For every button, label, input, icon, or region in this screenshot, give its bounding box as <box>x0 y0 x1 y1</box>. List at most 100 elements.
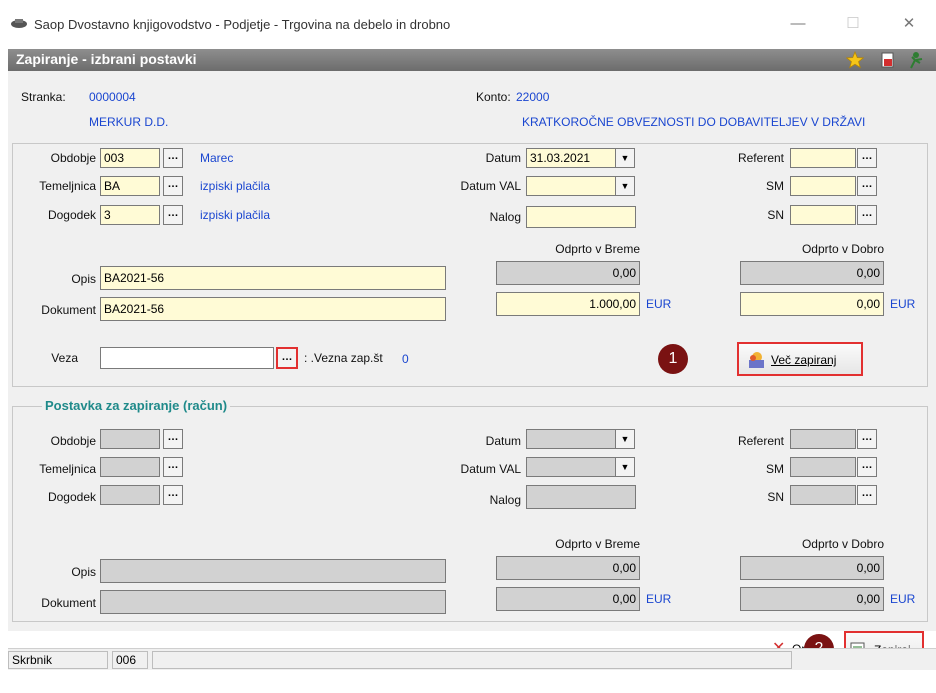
datum-val-input[interactable] <box>526 176 616 196</box>
referent-label: Referent <box>737 151 784 165</box>
datum-label: Datum <box>485 151 521 165</box>
odprto-breme-label: Odprto v Breme <box>555 242 640 256</box>
obdobje-input[interactable]: 003 <box>100 148 160 168</box>
s2-currency-dobro: EUR <box>890 592 916 606</box>
dialog-body: Stranka: 0000004 MERKUR D.D. Konto: 2200… <box>8 71 936 667</box>
minimize-button[interactable]: — <box>783 12 813 36</box>
s2-datum-val-dropdown-button[interactable]: ▼ <box>615 457 635 477</box>
s2-obdobje-lookup-button[interactable]: … <box>163 429 183 449</box>
s2-opis-input <box>100 559 446 583</box>
stranka-label: Stranka: <box>21 90 66 104</box>
s2-datum-label: Datum <box>485 434 521 448</box>
s2-referent-label: Referent <box>737 434 784 448</box>
odprto-dobro-label: Odprto v Dobro <box>801 242 884 256</box>
s2-dogodek-input <box>100 485 160 505</box>
export-document-icon[interactable] <box>880 52 896 68</box>
opis-label: Opis <box>71 272 96 286</box>
datum-dropdown-button[interactable]: ▼ <box>615 148 635 168</box>
znesek-breme-input[interactable]: 1.000,00 <box>496 292 640 316</box>
dialog-title: Zapiranje - izbrani postavki <box>16 51 197 67</box>
s2-datum-val-label: Datum VAL <box>460 462 521 476</box>
referent-lookup-button[interactable]: … <box>857 148 877 168</box>
s2-currency-breme: EUR <box>646 592 672 606</box>
odprto-dobro-value: 0,00 <box>740 261 884 285</box>
s2-dogodek-label: Dogodek <box>47 490 96 504</box>
sn-input[interactable] <box>790 205 856 225</box>
temeljnica-lookup-button[interactable]: … <box>163 176 183 196</box>
s2-obdobje-label: Obdobje <box>50 434 96 448</box>
dogodek-lookup-button[interactable]: … <box>163 205 183 225</box>
referent-input[interactable] <box>790 148 856 168</box>
s2-datum-input <box>526 429 616 449</box>
s2-odprto-breme-value: 0,00 <box>496 556 640 580</box>
temeljnica-input[interactable]: BA <box>100 176 160 196</box>
s2-datum-val-input <box>526 457 616 477</box>
stranka-name: MERKUR D.D. <box>89 115 169 129</box>
currency-dobro: EUR <box>890 297 916 311</box>
sm-label: SM <box>766 179 784 193</box>
maximize-button[interactable]: ☐ <box>838 12 868 36</box>
znesek-dobro-input[interactable]: 0,00 <box>740 292 884 316</box>
dokument-label: Dokument <box>41 303 96 317</box>
dialog-caption: Zapiranje - izbrani postavki <box>8 49 936 71</box>
s2-dogodek-lookup-button[interactable]: … <box>163 485 183 505</box>
s2-znesek-dobro: 0,00 <box>740 587 884 611</box>
odprto-breme-value: 0,00 <box>496 261 640 285</box>
group2-title: Postavka za zapiranje (račun) <box>42 398 231 413</box>
dogodek-description: izpiski plačila <box>200 208 271 222</box>
s2-znesek-breme: 0,00 <box>496 587 640 611</box>
s2-sm-lookup-button[interactable]: … <box>857 457 877 477</box>
s2-sn-label: SN <box>767 490 784 504</box>
temeljnica-label: Temeljnica <box>39 179 96 193</box>
obdobje-description: Marec <box>200 151 234 165</box>
nalog-input[interactable] <box>526 206 636 228</box>
obdobje-lookup-button[interactable]: … <box>163 148 183 168</box>
status-code: 006 <box>112 651 148 669</box>
s2-dokument-input <box>100 590 446 614</box>
s2-nalog-label: Nalog <box>489 493 521 507</box>
dokument-input[interactable]: BA2021-56 <box>100 297 446 321</box>
exit-runner-icon[interactable] <box>904 51 926 69</box>
multi-close-icon <box>749 352 764 368</box>
s2-datum-dropdown-button[interactable]: ▼ <box>615 429 635 449</box>
s2-odprto-breme-label: Odprto v Breme <box>555 537 640 551</box>
favorite-star-icon[interactable] <box>846 51 864 69</box>
datum-val-dropdown-button[interactable]: ▼ <box>615 176 635 196</box>
status-message <box>152 651 792 669</box>
sm-input[interactable] <box>790 176 856 196</box>
dogodek-label: Dogodek <box>47 208 96 222</box>
datum-input[interactable]: 31.03.2021 <box>526 148 616 168</box>
s2-sn-lookup-button[interactable]: … <box>857 485 877 505</box>
veza-input[interactable] <box>100 347 274 369</box>
s2-sn-input <box>790 485 856 505</box>
s2-sm-label: SM <box>766 462 784 476</box>
konto-label: Konto: <box>476 90 511 104</box>
s2-sm-input <box>790 457 856 477</box>
datum-val-label: Datum VAL <box>460 179 521 193</box>
s2-nalog-input <box>526 485 636 509</box>
window-title: Saop Dvostavno knjigovodstvo - Podjetje … <box>34 17 451 32</box>
close-button[interactable]: ✕ <box>894 12 924 36</box>
s2-obdobje-input <box>100 429 160 449</box>
s2-odprto-dobro-label: Odprto v Dobro <box>801 537 884 551</box>
vezna-zap-value: 0 <box>402 352 409 366</box>
s2-dokument-label: Dokument <box>41 596 96 610</box>
s2-referent-input <box>790 429 856 449</box>
dogodek-input[interactable]: 3 <box>100 205 160 225</box>
temeljnica-description: izpiski plačila <box>200 179 271 193</box>
konto-value: 22000 <box>516 90 550 104</box>
s2-opis-label: Opis <box>71 565 96 579</box>
veza-label: Veza <box>51 351 78 365</box>
veza-lookup-button[interactable]: … <box>276 347 298 369</box>
s2-temeljnica-lookup-button[interactable]: … <box>163 457 183 477</box>
sm-lookup-button[interactable]: … <box>857 176 877 196</box>
vec-zapiranj-label: Več zapiranj <box>771 353 837 367</box>
vec-zapiranj-button[interactable]: Več zapiranj <box>737 342 863 376</box>
window-titlebar: Saop Dvostavno knjigovodstvo - Podjetje … <box>0 0 936 46</box>
sn-label: SN <box>767 208 784 222</box>
s2-referent-lookup-button[interactable]: … <box>857 429 877 449</box>
konto-name: KRATKOROČNE OBVEZNOSTI DO DOBAVITELJEV V… <box>522 115 866 129</box>
opis-input[interactable]: BA2021-56 <box>100 266 446 290</box>
sn-lookup-button[interactable]: … <box>857 205 877 225</box>
s2-temeljnica-label: Temeljnica <box>39 462 96 476</box>
